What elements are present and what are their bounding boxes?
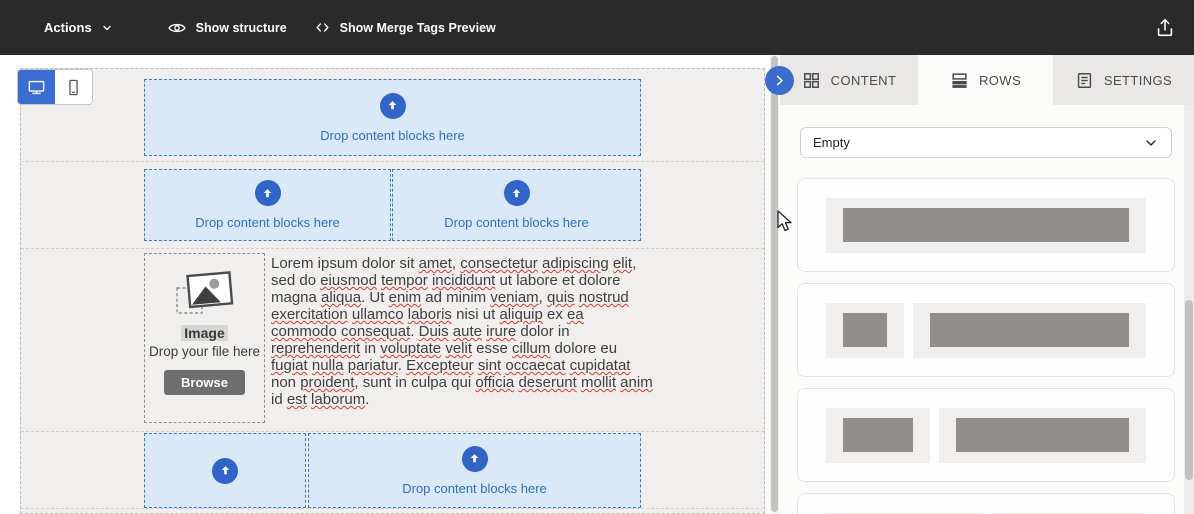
arrow-up-circle-icon xyxy=(379,92,406,119)
upload-icon xyxy=(1157,18,1173,36)
show-merge-tags-label: Show Merge Tags Preview xyxy=(339,20,496,35)
arrow-up-circle-icon xyxy=(212,457,238,484)
drop-zone-label: Drop content blocks here xyxy=(195,215,340,230)
text-block[interactable]: Lorem ipsum dolor sit amet, consectetur … xyxy=(271,255,653,408)
mobile-view-button[interactable] xyxy=(55,70,92,104)
image-block-title: Image xyxy=(181,325,228,341)
drop-zone-label: Drop content blocks here xyxy=(444,215,589,230)
row-layout-bar xyxy=(955,418,1129,452)
arrow-up-circle-icon xyxy=(254,180,281,206)
device-toggle xyxy=(17,69,93,105)
actions-menu-button[interactable]: Actions xyxy=(44,20,113,35)
desktop-view-button[interactable] xyxy=(18,70,55,104)
image-block-subtitle: Drop your file here xyxy=(148,344,261,359)
smartphone-icon xyxy=(69,79,78,95)
row-divider xyxy=(21,508,764,509)
image-icon xyxy=(175,271,233,314)
row-layout-column xyxy=(912,302,1146,358)
drop-zone-label: Drop content blocks here xyxy=(402,480,547,496)
row-layout-bar xyxy=(929,313,1129,347)
row-layout-column xyxy=(938,407,1146,463)
canvas-area: Drop content blocks here Drop content bl… xyxy=(0,55,770,514)
tab-content[interactable]: CONTENT xyxy=(780,55,918,105)
monitor-icon xyxy=(28,80,45,94)
actions-label: Actions xyxy=(44,20,92,35)
chevron-right-icon xyxy=(776,75,783,86)
tab-settings[interactable]: SETTINGS xyxy=(1053,55,1194,105)
row-layout-bar xyxy=(843,208,1129,242)
panel-tabbar: CONTENT ROWS SETTINGS xyxy=(780,55,1194,105)
email-editor-app: Actions Show structure Show Merge Tags P… xyxy=(0,0,1194,514)
arrow-up-circle-icon xyxy=(461,445,488,472)
row-layout-column xyxy=(826,197,1146,253)
arrow-up-circle-icon xyxy=(503,180,530,206)
row-layout-item[interactable] xyxy=(797,493,1175,514)
browse-button[interactable]: Browse xyxy=(164,370,245,395)
document-icon xyxy=(1077,72,1092,88)
tab-label: SETTINGS xyxy=(1103,72,1173,88)
sidebar-panel: CONTENT ROWS SETTINGS Empty xyxy=(780,55,1194,514)
canvas-scrollbar[interactable] xyxy=(770,55,779,514)
show-structure-button[interactable]: Show structure xyxy=(167,18,287,38)
row-layout-item[interactable] xyxy=(797,388,1175,482)
row-layout-column xyxy=(826,302,904,358)
panel-body: Empty xyxy=(780,105,1194,514)
chevron-down-icon xyxy=(103,25,111,30)
row-layout-item[interactable] xyxy=(797,283,1175,377)
tab-label: ROWS xyxy=(978,72,1022,88)
image-placeholder-block[interactable]: Image Drop your file here Browse xyxy=(144,253,265,423)
topbar: Actions Show structure Show Merge Tags P… xyxy=(0,0,1194,55)
drop-zone-row4-left[interactable] xyxy=(144,433,306,508)
email-canvas[interactable]: Drop content blocks here Drop content bl… xyxy=(20,68,765,514)
row-divider xyxy=(21,161,764,162)
row-layout-item[interactable] xyxy=(797,178,1175,272)
tab-label: CONTENT xyxy=(830,72,897,88)
scrollbar-thumb[interactable] xyxy=(1185,300,1193,480)
row-layout-column xyxy=(826,407,930,463)
code-icon xyxy=(316,23,329,32)
collapse-panel-button[interactable] xyxy=(765,66,794,95)
panel-scrollbar[interactable] xyxy=(1184,105,1194,514)
chevron-down-icon xyxy=(1146,139,1156,146)
row-layout-bar xyxy=(843,313,887,347)
drop-zone-label: Drop content blocks here xyxy=(320,127,465,143)
row-layouts-list xyxy=(797,178,1175,514)
scrollbar-thumb[interactable] xyxy=(771,56,778,512)
show-merge-tags-button[interactable]: Show Merge Tags Preview xyxy=(314,19,496,36)
tab-rows[interactable]: ROWS xyxy=(918,55,1053,105)
row-layout-bar xyxy=(843,418,913,452)
show-structure-label: Show structure xyxy=(195,20,287,35)
export-button[interactable] xyxy=(1154,17,1176,39)
grid-icon xyxy=(803,72,819,88)
row-divider xyxy=(21,248,764,249)
text-block-content: Lorem ipsum dolor sit amet, consectetur … xyxy=(271,255,653,408)
drop-zone-row2-left[interactable]: Drop content blocks here xyxy=(144,169,391,241)
row-category-selected-value: Empty xyxy=(813,135,850,150)
row-category-select[interactable]: Empty xyxy=(800,127,1172,158)
drop-zone-row1[interactable]: Drop content blocks here xyxy=(144,79,641,156)
eye-icon xyxy=(167,23,186,32)
row-divider xyxy=(21,431,764,432)
drop-zone-row2-right[interactable]: Drop content blocks here xyxy=(392,169,641,241)
rows-icon xyxy=(952,72,967,88)
drop-zone-row4-right[interactable]: Drop content blocks here xyxy=(308,433,641,508)
